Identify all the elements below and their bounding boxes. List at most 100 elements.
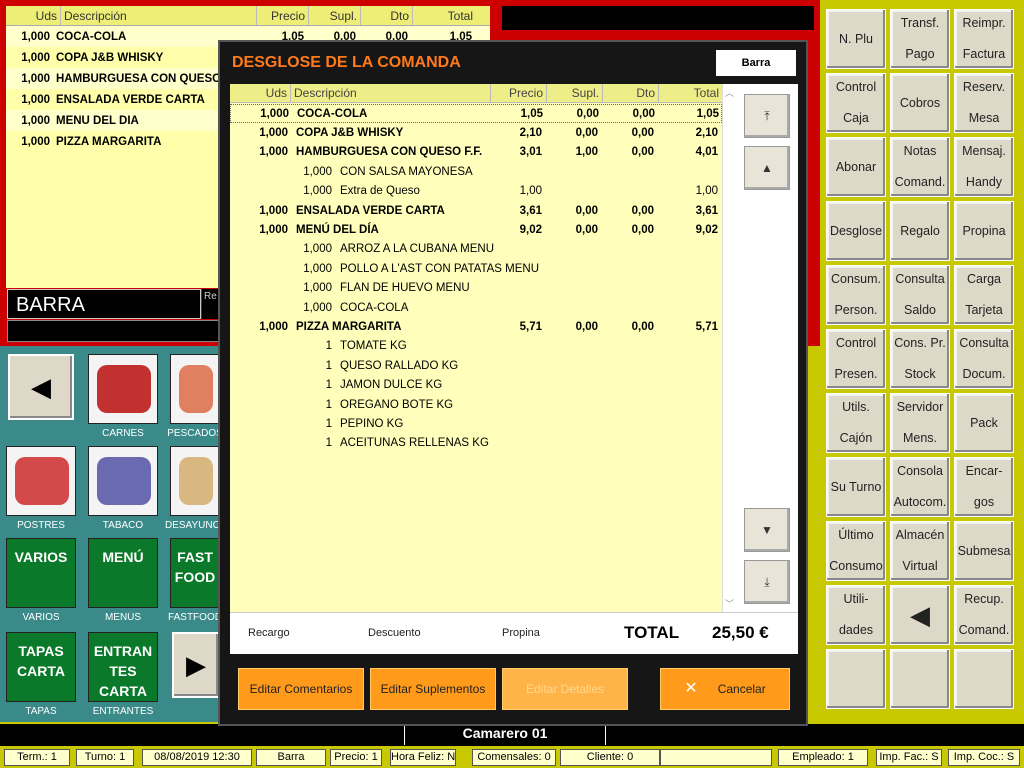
dialog-location-tag: Barra <box>716 50 796 76</box>
line-desc: PEPINO KG <box>340 417 404 430</box>
scrollbar[interactable]: ︿ ﹀ <box>722 84 736 612</box>
order-subline[interactable]: 1,000 Extra de Queso 1,00 1,00 <box>230 182 722 201</box>
order-subline[interactable]: 1,000 CON SALSA MAYONESA <box>230 162 722 181</box>
function-button-label: Recup. Comand. <box>958 592 1010 637</box>
function-button-5-0[interactable]: Control Presen. <box>826 329 886 389</box>
line-supl: 0,00 <box>575 126 598 139</box>
status-field: Turno: 1 <box>76 749 134 766</box>
line-precio: 9,02 <box>519 223 542 236</box>
function-button-5-2[interactable]: Consulta Docum. <box>954 329 1014 389</box>
function-button-10-0[interactable] <box>826 649 886 709</box>
family-label: FASTFOOD <box>168 612 222 623</box>
line-qty: 1,000 <box>260 107 289 120</box>
function-button-3-1[interactable]: Regalo <box>890 201 950 261</box>
function-button-3-2[interactable]: Propina <box>954 201 1014 261</box>
order-breakdown-dialog: DESGLOSE DE LA COMANDA Barra Uds Descrip… <box>218 40 808 726</box>
order-line[interactable]: 1,000 COCA-COLA 1,05 0,00 0,00 1,05 <box>230 104 722 123</box>
edit-details-button[interactable]: Editar Detalles <box>502 668 628 710</box>
function-buttons: N. Plu Transf. Pago Reimpr. Factura Control… <box>820 0 1024 722</box>
function-button-1-0[interactable]: Control Caja <box>826 73 886 133</box>
order-subline[interactable]: 1,000 FLAN DE HUEVO MENU <box>230 279 722 298</box>
function-button-3-0[interactable]: Desglose <box>826 201 886 261</box>
function-button-0-0[interactable]: N. Plu <box>826 9 886 69</box>
line-qty: 1 <box>325 398 332 411</box>
function-button-4-0[interactable]: Consum. Person. <box>826 265 886 325</box>
function-button-10-1[interactable] <box>890 649 950 709</box>
function-button-1-1[interactable]: Cobros <box>890 73 950 133</box>
family-tile-carnes[interactable] <box>88 354 158 424</box>
function-button-0-1[interactable]: Transf. Pago <box>890 9 950 69</box>
order-subline[interactable]: 1 TOMATE KG <box>230 337 722 356</box>
order-line[interactable]: 1,000 MENÚ DEL DÍA 9,02 0,00 0,00 9,02 <box>230 220 722 239</box>
order-line[interactable]: 1,000 ENSALADA VERDE CARTA 3,61 0,00 0,00 3,6… <box>230 201 722 220</box>
function-button-1-2[interactable]: Reserv. Mesa <box>954 73 1014 133</box>
line-desc: COCA-COLA <box>340 301 409 314</box>
order-line[interactable]: 1,000 HAMBURGUESA CON QUESO F.F. 3,01 1,00 0… <box>230 143 722 162</box>
line-desc: OREGANO BOTE KG <box>340 398 454 411</box>
edit-supplements-button[interactable]: Editar Suplementos <box>370 668 496 710</box>
order-subline[interactable]: 1,000 POLLO A L'AST CON PATATAS MENU <box>230 259 722 278</box>
family-tile-pescados[interactable] <box>170 354 220 424</box>
ticket-header: Uds Descripción Precio Supl. Dto Total <box>6 6 490 26</box>
function-button-7-0[interactable]: Su Turno <box>826 457 886 517</box>
function-button-6-1[interactable]: Servidor Mens. <box>890 393 950 453</box>
function-button-9-1[interactable]: ◀ <box>890 585 950 645</box>
function-button-5-1[interactable]: Cons. Pr. Stock <box>890 329 950 389</box>
scroll-bottom-button[interactable]: ⤓ <box>744 560 790 604</box>
family-tile-entrantes[interactable]: ENTRAN TES CARTA <box>88 632 158 702</box>
function-button-10-2[interactable] <box>954 649 1014 709</box>
order-subline[interactable]: 1 PEPINO KG <box>230 414 722 433</box>
function-button-7-1[interactable]: Consola Autocom. <box>890 457 950 517</box>
breakdown-table[interactable]: Uds Descripción Precio Supl. Dto Total 1… <box>230 84 798 612</box>
function-button-6-0[interactable]: Utils. Cajón <box>826 393 886 453</box>
function-button-9-0[interactable]: Utili- dades <box>826 585 886 645</box>
order-subline[interactable]: 1 QUESO RALLADO KG <box>230 356 722 375</box>
order-subline[interactable]: 1 ACEITUNAS RELLENAS KG <box>230 434 722 453</box>
arrow-down-icon: ▼ <box>761 523 773 537</box>
function-button-2-0[interactable]: Abonar <box>826 137 886 197</box>
family-tile-menús[interactable]: MENÚ <box>88 538 158 608</box>
order-subline[interactable]: 1,000 COCA-COLA <box>230 298 722 317</box>
function-button-label: Reserv. Mesa <box>962 80 1006 125</box>
family-tile-postres[interactable] <box>6 446 76 516</box>
function-button-2-2[interactable]: Mensaj. Handy <box>954 137 1014 197</box>
family-tile-tabaco[interactable] <box>88 446 158 516</box>
family-tile-desayunos[interactable] <box>170 446 220 516</box>
order-subline[interactable]: 1,000 ARROZ A LA CUBANA MENU <box>230 240 722 259</box>
line-desc: ENSALADA VERDE CARTA <box>296 204 445 217</box>
function-button-4-1[interactable]: Consulta Saldo <box>890 265 950 325</box>
function-button-label: Último Consumo <box>829 528 883 573</box>
row-qty: 1,000 <box>21 72 50 85</box>
line-supl: 1,00 <box>575 146 598 159</box>
function-button-6-2[interactable]: Pack <box>954 393 1014 453</box>
function-button-8-1[interactable]: Almacén Virtual <box>890 521 950 581</box>
order-line[interactable]: 1,000 COPA J&B WHISKY 2,10 0,00 0,00 2,10 <box>230 123 722 142</box>
family-tile-tapas[interactable]: TAPAS CARTA <box>6 632 76 702</box>
next-family-button[interactable]: ▶ <box>172 632 220 698</box>
function-button-8-0[interactable]: Último Consumo <box>826 521 886 581</box>
order-line[interactable]: 1,000 PIZZA MARGARITA 5,71 0,00 0,00 5,71 <box>230 317 722 336</box>
order-subline[interactable]: 1 OREGANO BOTE KG <box>230 395 722 414</box>
scroll-down-icon: ﹀ <box>725 599 735 609</box>
prev-family-button[interactable]: ◀ <box>8 354 74 420</box>
function-button-label: Consulta Docum. <box>959 336 1009 381</box>
function-button-9-2[interactable]: Recup. Comand. <box>954 585 1014 645</box>
cancel-button[interactable]: ✕ Cancelar <box>660 668 790 710</box>
line-supl: 0,00 <box>575 320 598 333</box>
family-tile-varios[interactable]: VARIOS <box>6 538 76 608</box>
family-tile-fastfood[interactable]: FAST FOOD <box>170 538 220 608</box>
edit-comments-button[interactable]: Editar Comentarios <box>238 668 364 710</box>
function-button-7-2[interactable]: Encar- gos <box>954 457 1014 517</box>
status-field: Hora Feliz: N <box>390 749 456 766</box>
function-button-label: Submesa <box>957 543 1011 558</box>
scroll-page-down-button[interactable]: ▼ <box>744 508 790 552</box>
function-button-2-1[interactable]: Notas Comand. <box>890 137 950 197</box>
order-subline[interactable]: 1 JAMON DULCE KG <box>230 376 722 395</box>
line-qty: 1,000 <box>259 223 288 236</box>
function-button-8-2[interactable]: Submesa <box>954 521 1014 581</box>
function-button-0-2[interactable]: Reimpr. Factura <box>954 9 1014 69</box>
scroll-page-up-button[interactable]: ▲ <box>744 146 790 190</box>
function-button-4-2[interactable]: Carga Tarjeta <box>954 265 1014 325</box>
scroll-top-button[interactable]: ⤒ <box>744 94 790 138</box>
line-qty: 1 <box>325 359 332 372</box>
